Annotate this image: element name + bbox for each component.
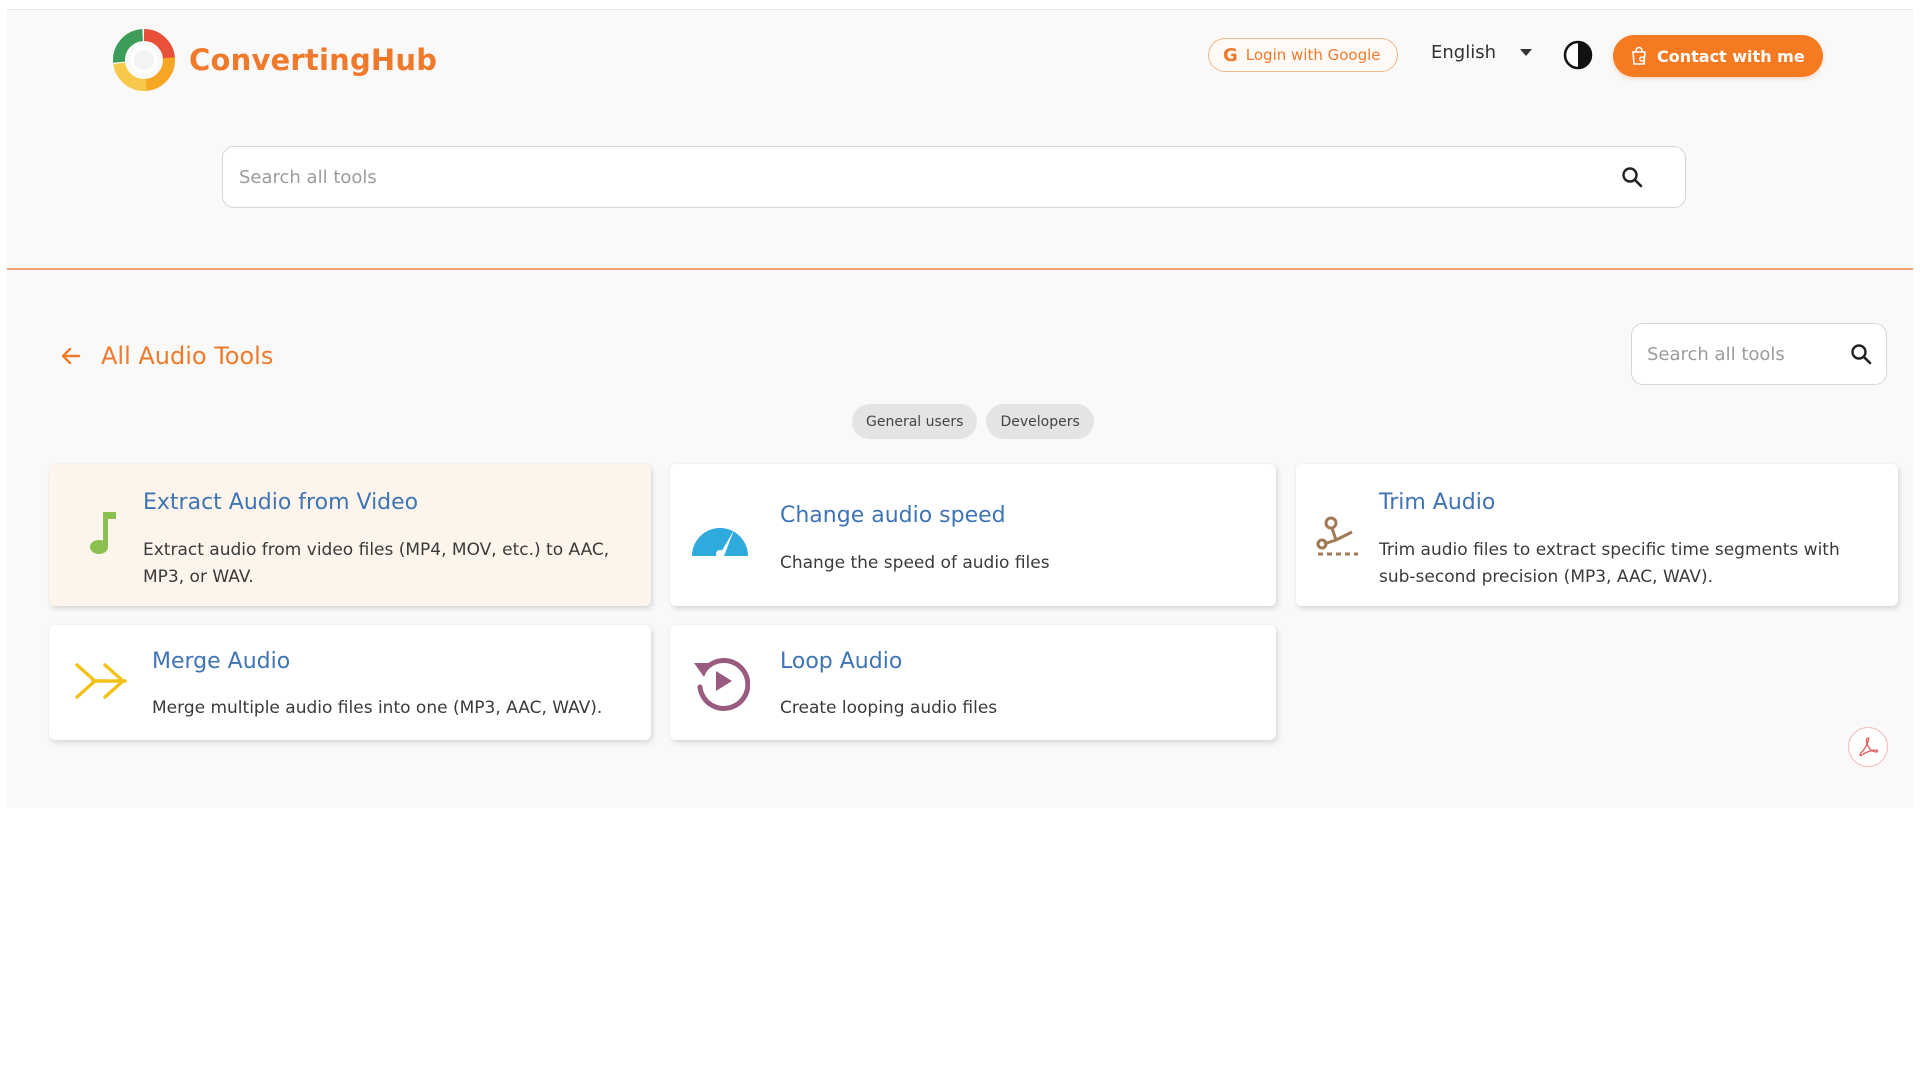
section-title: All Audio Tools (101, 342, 274, 370)
tool-title: Extract Audio from Video (143, 490, 419, 515)
tool-title: Change audio speed (780, 503, 1006, 528)
tool-description: Change the speed of audio files (780, 553, 1050, 573)
pdf-floating-button[interactable] (1848, 727, 1888, 767)
page-frame: ConvertingHub G Login with Google Englis… (7, 9, 1913, 808)
pdf-icon (1859, 737, 1879, 757)
language-selector[interactable]: English (1431, 42, 1532, 63)
language-label: English (1431, 42, 1496, 63)
tool-card-loop-audio[interactable]: Loop Audio Create looping audio files (670, 625, 1276, 740)
music-note-icon (90, 512, 116, 554)
contact-button[interactable]: Contact with me (1613, 35, 1823, 77)
google-icon: G (1223, 44, 1238, 66)
search-icon[interactable] (1849, 342, 1873, 366)
theme-toggle-icon[interactable] (1563, 40, 1593, 70)
header-divider (7, 268, 1913, 270)
loop-play-icon (694, 657, 750, 711)
search-input[interactable] (237, 147, 1601, 207)
main-search-box (222, 146, 1686, 208)
speedometer-icon (692, 528, 748, 558)
merge-arrows-icon (75, 663, 127, 699)
header: ConvertingHub G Login with Google Englis… (7, 10, 1913, 268)
filter-general-users[interactable]: General users (852, 404, 978, 439)
contact-label: Contact with me (1657, 46, 1805, 66)
tool-card-extract-audio[interactable]: Extract Audio from Video Extract audio f… (49, 464, 651, 606)
audience-filters: General users Developers (852, 404, 1094, 439)
section-header: All Audio Tools (59, 342, 273, 370)
tool-search-box (1631, 323, 1887, 385)
back-arrow-icon[interactable] (59, 344, 83, 368)
converting-hub-logo-icon (113, 29, 175, 91)
filter-developers[interactable]: Developers (986, 404, 1094, 439)
tool-title: Loop Audio (780, 649, 903, 674)
search-icon[interactable] (1620, 165, 1644, 189)
login-with-google-button[interactable]: G Login with Google (1208, 38, 1398, 72)
tool-card-change-speed[interactable]: Change audio speed Change the speed of a… (670, 464, 1276, 606)
tool-description: Create looping audio files (780, 698, 998, 718)
brand-name: ConvertingHub (189, 43, 438, 77)
tool-description: Trim audio files to extract specific tim… (1379, 540, 1840, 587)
tool-title: Merge Audio (152, 649, 291, 674)
tool-card-trim-audio[interactable]: Trim Audio Trim audio files to extract s… (1296, 464, 1898, 606)
tool-title: Trim Audio (1379, 490, 1496, 515)
scissors-icon (1316, 516, 1358, 556)
tool-card-merge-audio[interactable]: Merge Audio Merge multiple audio files i… (49, 625, 651, 740)
tool-description: Merge multiple audio files into one (MP3… (152, 698, 603, 718)
tool-search-input[interactable] (1645, 324, 1839, 384)
tool-description: Extract audio from video files (MP4, MOV… (143, 540, 610, 587)
chevron-down-icon (1520, 49, 1532, 56)
shopping-bag-icon (1632, 46, 1646, 65)
brand-logo[interactable]: ConvertingHub (111, 27, 437, 93)
login-label: Login with Google (1245, 46, 1381, 64)
